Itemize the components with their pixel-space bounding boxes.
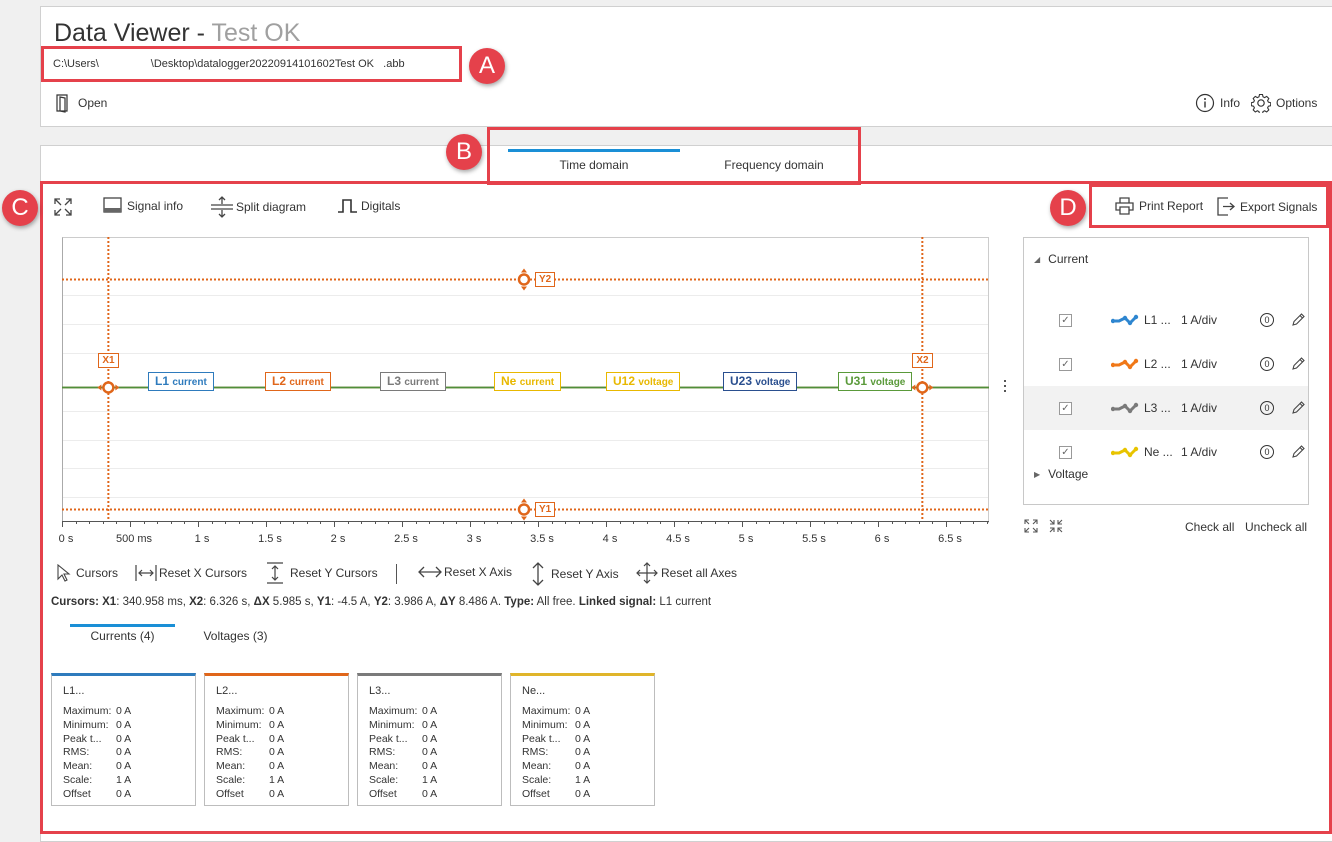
- open-file-icon: [56, 94, 68, 113]
- annotation-badge-c: C: [2, 190, 38, 226]
- app-title-text: Data Viewer -: [54, 19, 212, 47]
- app-title-file: Test OK: [211, 19, 301, 47]
- info-icon: [1195, 93, 1215, 113]
- open-button[interactable]: Open: [55, 93, 107, 113]
- annotation-badge-d: D: [1050, 190, 1086, 226]
- annotation-badge-a: A: [469, 48, 505, 84]
- annotation-box-b: [487, 127, 861, 185]
- annotation-box-c: [40, 181, 1332, 834]
- options-label: Options: [1276, 96, 1318, 110]
- open-label: Open: [78, 96, 108, 110]
- options-button[interactable]: Options: [1251, 93, 1317, 113]
- app-title: Data Viewer - Test OK: [54, 19, 300, 48]
- annotation-box-a: [41, 46, 462, 82]
- annotation-box-d: [1089, 184, 1329, 228]
- info-label: Info: [1220, 96, 1241, 110]
- gear-icon: [1251, 93, 1271, 113]
- annotation-badge-b: B: [446, 134, 482, 170]
- info-button[interactable]: Info: [1195, 93, 1240, 113]
